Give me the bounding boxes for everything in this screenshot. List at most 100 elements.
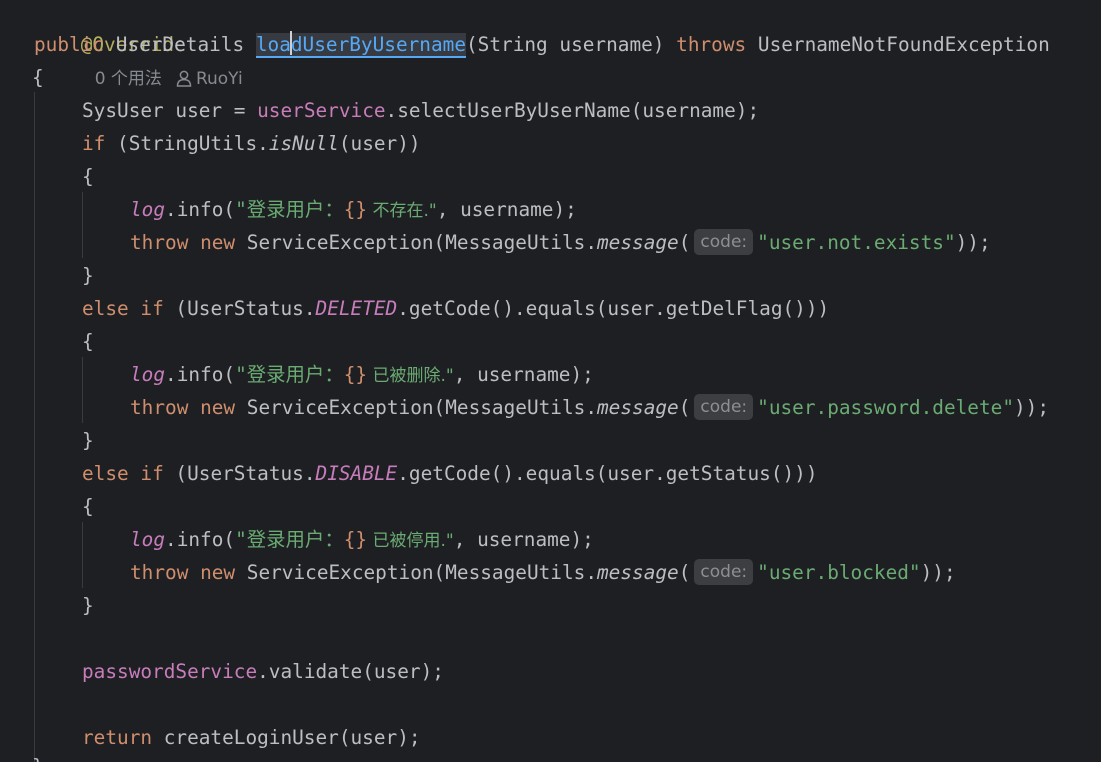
- user-icon: [176, 64, 192, 97]
- keyword-else: else: [82, 462, 129, 485]
- static-method: message: [597, 396, 679, 419]
- indent-guide: [82, 192, 83, 258]
- code-text: , username);: [436, 198, 577, 221]
- code-line: log.info("登录用户：{} 已被删除.", username);: [130, 358, 594, 391]
- code-line: throw new ServiceException(MessageUtils.…: [130, 226, 991, 259]
- code-line: log.info("登录用户：{} 已被停用.", username);: [130, 523, 594, 556]
- format-placeholder: {}: [343, 198, 368, 221]
- static-method: message: [597, 561, 679, 584]
- author-inlay-hint[interactable]: RuoYi: [196, 69, 243, 89]
- code-text: .getCode().equals(user.getStatus())): [397, 462, 818, 485]
- code-text: (StringUtils.: [105, 132, 269, 155]
- keyword-throw: throw: [130, 396, 189, 419]
- usages-inlay-hint[interactable]: 0 个用法: [95, 69, 162, 89]
- code-text: ServiceException(MessageUtils.: [235, 561, 597, 584]
- enum-constant: DELETED: [315, 297, 398, 320]
- exception-type: UsernameNotFoundException: [757, 33, 1050, 56]
- string-literal: "user.not.exists": [757, 231, 956, 254]
- keyword-if: if: [140, 462, 164, 485]
- open-brace: {: [82, 330, 94, 353]
- close-brace: }: [82, 264, 94, 287]
- code-text: ServiceException(MessageUtils.: [235, 231, 597, 254]
- field-passwordService: passwordService: [82, 660, 258, 683]
- string-literal: 不存在.": [367, 201, 437, 221]
- code-text: , username);: [453, 363, 594, 386]
- method-name-part: dUserByUsername: [290, 33, 466, 56]
- code-line: }: [82, 589, 94, 622]
- code-editor[interactable]: @Override 0 个用法 RuoYi public UserDetails …: [0, 0, 1101, 762]
- parameter-hint-code: code:: [694, 394, 754, 420]
- keyword-throws: throws: [676, 33, 747, 56]
- keyword-if: if: [140, 297, 164, 320]
- code-line: }: [82, 259, 94, 292]
- code-text: (UserStatus.: [163, 462, 316, 485]
- keyword-new: new: [200, 561, 236, 584]
- keyword-new: new: [200, 396, 236, 419]
- code-text: ));: [1014, 396, 1050, 419]
- code-text: (UserStatus.: [163, 297, 316, 320]
- static-method: isNull: [268, 132, 339, 155]
- close-brace: }: [82, 594, 94, 617]
- code-line: {: [82, 325, 94, 358]
- enum-constant: DISABLE: [315, 462, 398, 485]
- keyword-if: if: [82, 132, 106, 155]
- code-text: .info(: [165, 198, 236, 221]
- code-text: , username);: [453, 528, 594, 551]
- field-log: log: [130, 198, 166, 221]
- code-line: log.info("登录用户：{} 不存在.", username);: [130, 193, 577, 226]
- code-text: .info(: [165, 528, 236, 551]
- code-text: (: [678, 561, 691, 584]
- code-line-annotation: @Override 0 个用法 RuoYi: [34, 0, 243, 89]
- code-line: }: [32, 750, 44, 762]
- string-literal: "登录用户：: [235, 363, 344, 386]
- close-brace: }: [82, 429, 94, 452]
- string-literal: 已被停用.": [367, 531, 454, 551]
- code-line: {: [82, 490, 94, 523]
- keyword-return: return: [82, 726, 153, 749]
- indent-guide: [82, 357, 83, 423]
- string-literal: "user.password.delete": [757, 396, 1014, 419]
- code-line: else if (UserStatus.DELETED.getCode().eq…: [82, 292, 829, 325]
- code-text: SysUser user =: [82, 99, 258, 122]
- parameter-hint-code: code:: [694, 559, 754, 585]
- keyword-throw: throw: [130, 561, 189, 584]
- static-method: message: [597, 231, 679, 254]
- string-literal: "登录用户：: [235, 198, 344, 221]
- code-line: {: [32, 61, 44, 94]
- code-text: .validate(user);: [257, 660, 444, 683]
- indent-guide: [82, 522, 83, 588]
- code-line: return createLoginUser(user);: [82, 721, 421, 754]
- field-userService: userService: [257, 99, 386, 122]
- indent-guide: [34, 92, 35, 762]
- format-placeholder: {}: [343, 363, 368, 386]
- code-text: createLoginUser(user);: [152, 726, 421, 749]
- code-text: ));: [920, 561, 956, 584]
- code-line-signature: public UserDetails loadUserByUsername(St…: [34, 28, 1050, 61]
- code-text: (: [678, 396, 691, 419]
- code-line: throw new ServiceException(MessageUtils.…: [130, 391, 1049, 424]
- method-name-part: loa: [255, 33, 291, 56]
- code-text: (user)): [338, 132, 421, 155]
- code-line: {: [82, 160, 94, 193]
- open-brace: {: [82, 165, 94, 188]
- parameter-hint-code: code:: [694, 229, 754, 255]
- code-line: throw new ServiceException(MessageUtils.…: [130, 556, 956, 589]
- return-type: UserDetails: [115, 33, 245, 56]
- method-params: (String username): [466, 33, 665, 56]
- code-line: SysUser user = userService.selectUserByU…: [82, 94, 759, 127]
- code-text: (: [678, 231, 691, 254]
- code-line: passwordService.validate(user);: [82, 655, 444, 688]
- string-literal: "user.blocked": [757, 561, 921, 584]
- string-literal: 已被删除.": [367, 366, 454, 386]
- code-text: ));: [955, 231, 991, 254]
- keyword-throw: throw: [130, 231, 189, 254]
- string-literal: "登录用户：: [235, 528, 344, 551]
- code-text: .info(: [165, 363, 236, 386]
- code-line: else if (UserStatus.DISABLE.getCode().eq…: [82, 457, 818, 490]
- format-placeholder: {}: [343, 528, 368, 551]
- code-text: .selectUserByUserName(username);: [385, 99, 760, 122]
- method-name-loadUserByUsername[interactable]: loadUserByUsername: [255, 31, 466, 58]
- close-brace: }: [32, 755, 44, 762]
- keyword-new: new: [200, 231, 236, 254]
- keyword-public: public: [34, 33, 105, 56]
